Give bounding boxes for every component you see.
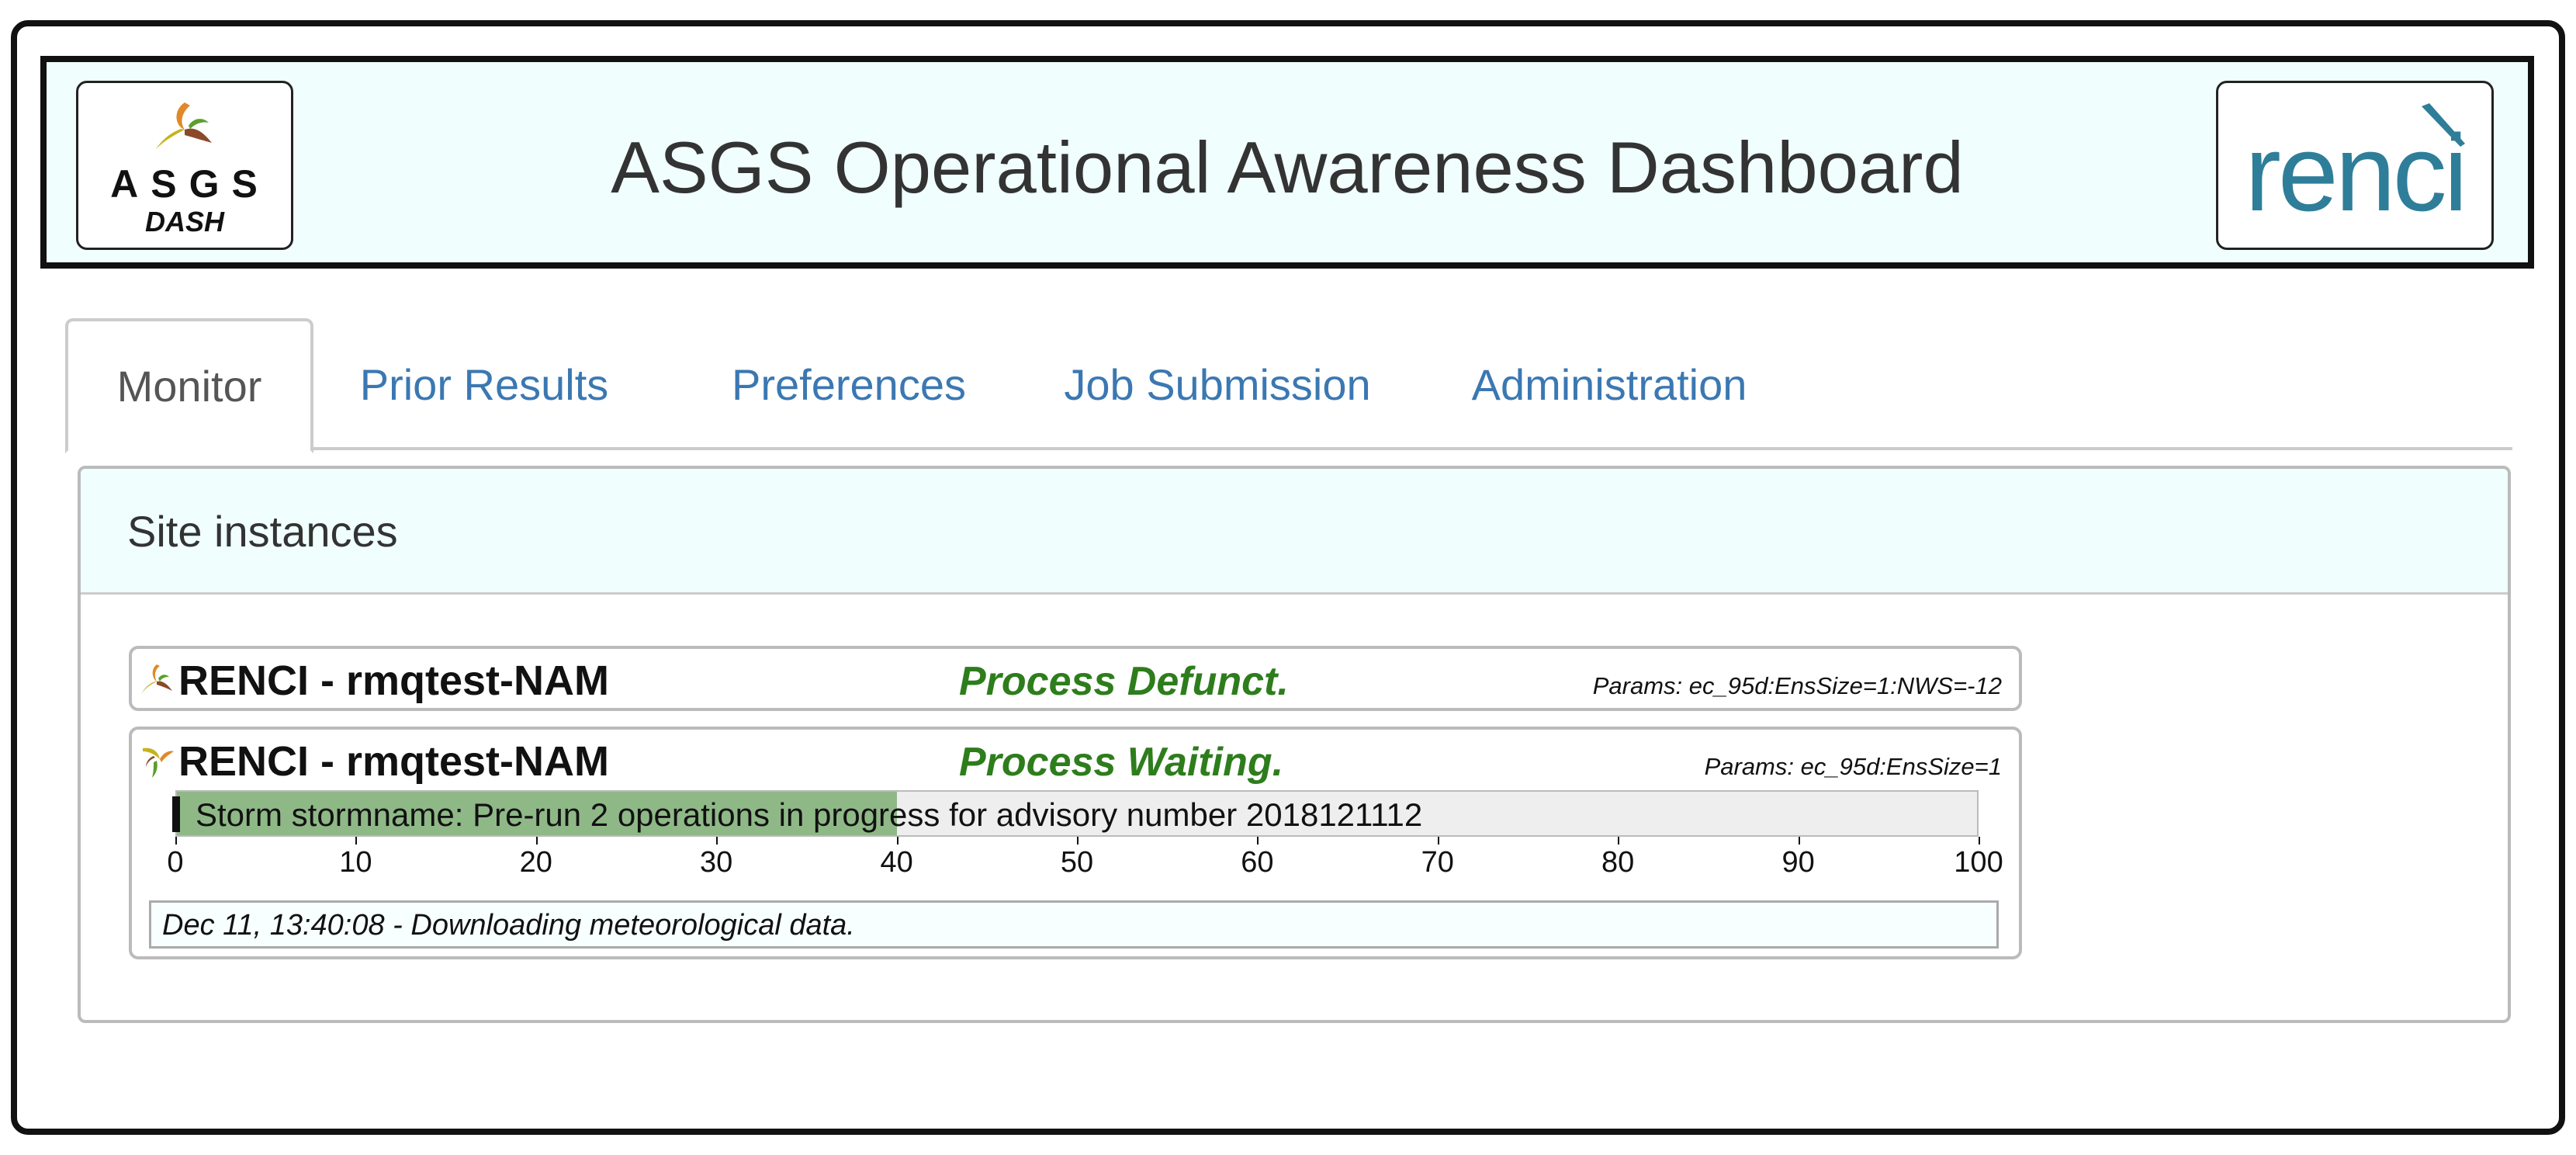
site-instance-card[interactable]: RENCI - rmqtest-NAM Process Defunct. Par…	[129, 646, 2022, 711]
axis-tick-label: 100	[1954, 846, 2003, 879]
progress-marker	[172, 796, 180, 832]
axis-tick	[1979, 837, 1980, 845]
axis-tick-label: 70	[1421, 846, 1454, 879]
renci-logo[interactable]: renci	[2216, 81, 2494, 250]
progress-axis: 0 10 20 30 40 50 60 70 80 90 100	[167, 837, 2003, 883]
axis-tick	[1798, 837, 1800, 845]
main-tabs: Monitor Prior Results Preferences Job Su…	[65, 318, 2512, 453]
panel-title: Site instances	[81, 469, 2508, 595]
tab-prior-results[interactable]: Prior Results	[345, 318, 624, 450]
axis-tick-label: 50	[1060, 846, 1094, 879]
site-status: Process Defunct.	[959, 659, 1289, 704]
site-params: Params: ec_95d:EnsSize=1:NWS=-12	[1592, 672, 2002, 699]
site-name: RENCI - rmqtest-NAM	[178, 657, 610, 704]
axis-tick-label: 30	[700, 846, 733, 879]
axis-tick-label: 90	[1781, 846, 1815, 879]
page-title: ASGS Operational Awareness Dashboard	[611, 127, 1964, 208]
axis-tick-label: 60	[1241, 846, 1274, 879]
tab-administration[interactable]: Administration	[1462, 318, 1757, 450]
axis-tick	[1618, 837, 1620, 845]
axis-tick	[355, 837, 358, 845]
axis-tick	[716, 837, 718, 845]
site-instance-card[interactable]: RENCI - rmqtest-NAM Process Waiting. Par…	[129, 727, 2022, 959]
axis-tick-label: 20	[519, 846, 552, 879]
tab-monitor[interactable]: Monitor	[65, 318, 313, 453]
site-instances-panel: Site instances RENCI - rmqtest-NAM Proce…	[78, 466, 2511, 1023]
axis-tick	[1437, 837, 1439, 845]
dashboard-header: ASGS DASH ASGS Operational Awareness Das…	[40, 56, 2534, 269]
axis-tick-label: 40	[880, 846, 913, 879]
tab-preferences[interactable]: Preferences	[717, 318, 981, 450]
axis-tick	[175, 837, 177, 845]
site-status: Process Waiting.	[959, 740, 1284, 785]
site-name: RENCI - rmqtest-NAM	[178, 738, 610, 785]
axis-tick-label: 10	[339, 846, 372, 879]
status-log: Dec 11, 13:40:08 - Downloading meteorolo…	[149, 900, 1999, 949]
asgs-swirl-icon	[143, 747, 174, 778]
axis-tick	[535, 837, 538, 845]
renci-swoosh-icon	[2422, 103, 2465, 147]
asgs-logo-subtext: DASH	[144, 206, 224, 238]
progress-bar: Storm stormname: Pre-run 2 operations in…	[172, 790, 1979, 837]
axis-tick	[1077, 837, 1079, 845]
site-params: Params: ec_95d:EnsSize=1	[1704, 753, 2002, 780]
progress-text: Storm stormname: Pre-run 2 operations in…	[196, 796, 1423, 833]
axis-tick	[896, 837, 898, 845]
tab-job-submission[interactable]: Job Submission	[1051, 318, 1384, 450]
asgs-swirl-icon	[141, 664, 172, 694]
axis-tick-label: 0	[167, 846, 184, 879]
axis-tick	[1257, 837, 1259, 845]
axis-tick-label: 80	[1601, 846, 1635, 879]
